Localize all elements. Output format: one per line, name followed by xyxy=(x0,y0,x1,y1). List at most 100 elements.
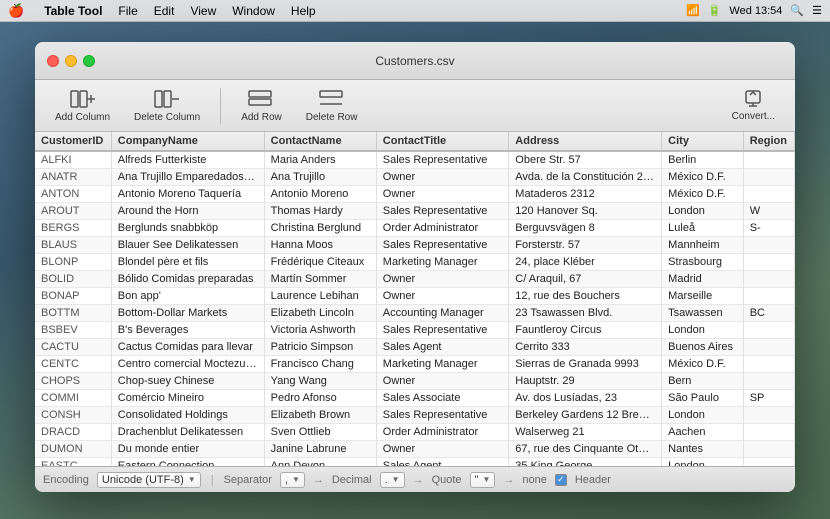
cell-3-6[interactable]: W xyxy=(743,203,794,220)
col-header-customerid[interactable]: CustomerID xyxy=(35,132,111,151)
cell-11-6[interactable] xyxy=(743,339,794,356)
convert-button[interactable]: Convert... xyxy=(724,85,783,126)
cell-17-2[interactable]: Janine Labrune xyxy=(264,441,376,458)
cell-5-1[interactable]: Blauer See Delikatessen xyxy=(111,237,264,254)
cell-8-1[interactable]: Bon app' xyxy=(111,288,264,305)
cell-7-6[interactable] xyxy=(743,271,794,288)
cell-2-4[interactable]: Mataderos 2312 xyxy=(509,186,662,203)
cell-14-0[interactable]: COMMI xyxy=(35,390,111,407)
cell-6-4[interactable]: 24, place Kléber xyxy=(509,254,662,271)
cell-4-2[interactable]: Christina Berglund xyxy=(264,220,376,237)
cell-0-5[interactable]: Berlin xyxy=(662,151,744,169)
cell-12-5[interactable]: México D.F. xyxy=(662,356,744,373)
cell-13-4[interactable]: Hauptstr. 29 xyxy=(509,373,662,390)
cell-1-0[interactable]: ANATR xyxy=(35,169,111,186)
cell-0-0[interactable]: ALFKI xyxy=(35,151,111,169)
cell-8-5[interactable]: Marseille xyxy=(662,288,744,305)
cell-5-2[interactable]: Hanna Moos xyxy=(264,237,376,254)
cell-2-5[interactable]: México D.F. xyxy=(662,186,744,203)
cell-11-3[interactable]: Sales Agent xyxy=(376,339,509,356)
menubar-help[interactable]: Help xyxy=(291,4,316,18)
cell-9-1[interactable]: Bottom-Dollar Markets xyxy=(111,305,264,322)
cell-10-0[interactable]: BSBEV xyxy=(35,322,111,339)
cell-10-1[interactable]: B's Beverages xyxy=(111,322,264,339)
table-row[interactable]: EASTCEastern ConnectionAnn DevonSales Ag… xyxy=(35,458,795,467)
cell-10-6[interactable] xyxy=(743,322,794,339)
cell-3-4[interactable]: 120 Hanover Sq. xyxy=(509,203,662,220)
cell-8-3[interactable]: Owner xyxy=(376,288,509,305)
cell-11-2[interactable]: Patricio Simpson xyxy=(264,339,376,356)
cell-17-6[interactable] xyxy=(743,441,794,458)
cell-17-1[interactable]: Du monde entier xyxy=(111,441,264,458)
close-button[interactable] xyxy=(47,55,59,67)
cell-15-4[interactable]: Berkeley Gardens 12 Brewery xyxy=(509,407,662,424)
cell-4-1[interactable]: Berglunds snabbköp xyxy=(111,220,264,237)
table-row[interactable]: ANTONAntonio Moreno TaqueríaAntonio More… xyxy=(35,186,795,203)
cell-10-4[interactable]: Fauntleroy Circus xyxy=(509,322,662,339)
cell-5-5[interactable]: Mannheim xyxy=(662,237,744,254)
fullscreen-button[interactable] xyxy=(83,55,95,67)
table-row[interactable]: ALFKIAlfreds FutterkisteMaria AndersSale… xyxy=(35,151,795,169)
cell-0-2[interactable]: Maria Anders xyxy=(264,151,376,169)
cell-12-0[interactable]: CENTC xyxy=(35,356,111,373)
table-row[interactable]: CENTCCentro comercial MoctezumaFrancisco… xyxy=(35,356,795,373)
col-header-region[interactable]: Region xyxy=(743,132,794,151)
quote-select[interactable]: " ▼ xyxy=(470,472,496,488)
cell-4-5[interactable]: Luleå xyxy=(662,220,744,237)
cell-2-1[interactable]: Antonio Moreno Taquería xyxy=(111,186,264,203)
cell-10-5[interactable]: London xyxy=(662,322,744,339)
table-row[interactable]: AROUTAround the HornThomas HardySales Re… xyxy=(35,203,795,220)
cell-7-4[interactable]: C/ Araquil, 67 xyxy=(509,271,662,288)
cell-7-1[interactable]: Bólido Comidas preparadas xyxy=(111,271,264,288)
table-row[interactable]: BOLIDBólido Comidas preparadasMartín Som… xyxy=(35,271,795,288)
search-icon[interactable]: 🔍 xyxy=(790,4,804,17)
cell-14-5[interactable]: São Paulo xyxy=(662,390,744,407)
cell-1-3[interactable]: Owner xyxy=(376,169,509,186)
cell-13-2[interactable]: Yang Wang xyxy=(264,373,376,390)
separator-select[interactable]: , ▼ xyxy=(280,472,305,488)
cell-3-2[interactable]: Thomas Hardy xyxy=(264,203,376,220)
cell-18-0[interactable]: EASTC xyxy=(35,458,111,467)
cell-15-6[interactable] xyxy=(743,407,794,424)
cell-18-4[interactable]: 35 King George xyxy=(509,458,662,467)
cell-12-2[interactable]: Francisco Chang xyxy=(264,356,376,373)
cell-8-6[interactable] xyxy=(743,288,794,305)
cell-16-1[interactable]: Drachenblut Delikatessen xyxy=(111,424,264,441)
cell-0-4[interactable]: Obere Str. 57 xyxy=(509,151,662,169)
table-row[interactable]: CHOPSChop-suey ChineseYang WangOwnerHaup… xyxy=(35,373,795,390)
cell-6-0[interactable]: BLONP xyxy=(35,254,111,271)
menubar-view[interactable]: View xyxy=(190,4,216,18)
cell-5-3[interactable]: Sales Representative xyxy=(376,237,509,254)
cell-11-4[interactable]: Cerrito 333 xyxy=(509,339,662,356)
decimal-select[interactable]: . ▼ xyxy=(380,472,405,488)
cell-9-6[interactable]: BC xyxy=(743,305,794,322)
col-header-companyname[interactable]: CompanyName xyxy=(111,132,264,151)
cell-11-1[interactable]: Cactus Comidas para llevar xyxy=(111,339,264,356)
cell-2-3[interactable]: Owner xyxy=(376,186,509,203)
cell-8-2[interactable]: Laurence Lebihan xyxy=(264,288,376,305)
cell-4-4[interactable]: Berguvsvägen 8 xyxy=(509,220,662,237)
cell-16-5[interactable]: Aachen xyxy=(662,424,744,441)
cell-7-2[interactable]: Martín Sommer xyxy=(264,271,376,288)
cell-6-6[interactable] xyxy=(743,254,794,271)
add-column-button[interactable]: Add Column xyxy=(47,85,118,127)
cell-0-1[interactable]: Alfreds Futterkiste xyxy=(111,151,264,169)
cell-16-0[interactable]: DRACD xyxy=(35,424,111,441)
cell-15-3[interactable]: Sales Representative xyxy=(376,407,509,424)
delete-row-button[interactable]: Delete Row xyxy=(298,85,366,127)
cell-15-1[interactable]: Consolidated Holdings xyxy=(111,407,264,424)
cell-7-3[interactable]: Owner xyxy=(376,271,509,288)
cell-13-0[interactable]: CHOPS xyxy=(35,373,111,390)
cell-18-3[interactable]: Sales Agent xyxy=(376,458,509,467)
cell-18-1[interactable]: Eastern Connection xyxy=(111,458,264,467)
cell-11-5[interactable]: Buenos Aires xyxy=(662,339,744,356)
cell-13-5[interactable]: Bern xyxy=(662,373,744,390)
cell-3-3[interactable]: Sales Representative xyxy=(376,203,509,220)
cell-4-3[interactable]: Order Administrator xyxy=(376,220,509,237)
cell-12-6[interactable] xyxy=(743,356,794,373)
cell-3-1[interactable]: Around the Horn xyxy=(111,203,264,220)
cell-14-2[interactable]: Pedro Afonso xyxy=(264,390,376,407)
cell-0-3[interactable]: Sales Representative xyxy=(376,151,509,169)
cell-9-3[interactable]: Accounting Manager xyxy=(376,305,509,322)
cell-1-1[interactable]: Ana Trujillo Emparedados y helados xyxy=(111,169,264,186)
